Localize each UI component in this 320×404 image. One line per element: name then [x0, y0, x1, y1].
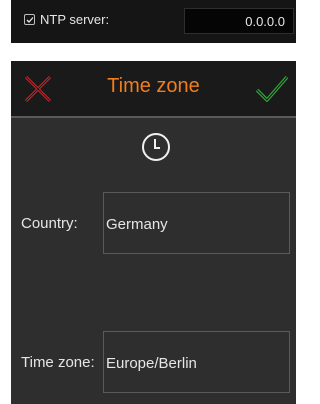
ntp-server-input[interactable]: 0.0.0.0 — [184, 8, 294, 34]
clock-icon — [141, 132, 171, 162]
ntp-row: NTP server: 0.0.0.0 — [11, 0, 296, 43]
timezone-label: Time zone: — [21, 354, 95, 371]
country-field[interactable]: Germany — [103, 192, 290, 254]
dialog-header: Time zone — [11, 61, 296, 116]
country-label: Country: — [21, 215, 78, 232]
ntp-server-label: NTP server: — [40, 12, 110, 27]
timezone-field[interactable]: Europe/Berlin — [103, 331, 290, 393]
dialog-title: Time zone — [107, 75, 200, 97]
time-zone-dialog: Time zone Country: Germany Time zone: Eu… — [11, 61, 296, 404]
checkmark-icon — [26, 17, 34, 23]
check-icon — [255, 75, 289, 102]
header-divider — [11, 116, 296, 118]
confirm-button[interactable] — [255, 74, 289, 104]
ntp-checkbox[interactable] — [24, 14, 35, 25]
